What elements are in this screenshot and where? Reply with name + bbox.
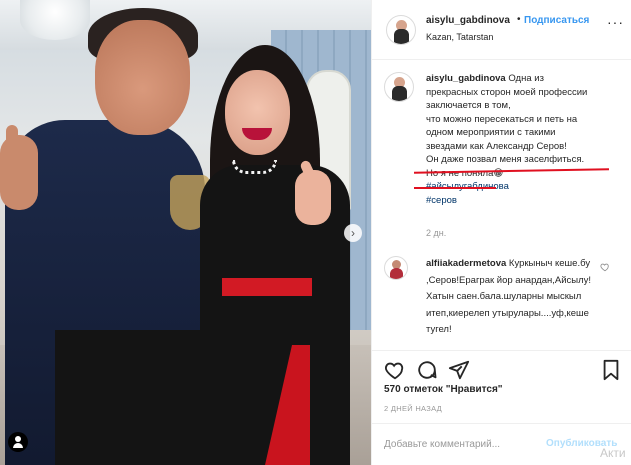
caption-username[interactable]: aisylu_gabdinova — [426, 73, 506, 84]
action-bar — [372, 350, 631, 381]
woman-face — [225, 70, 290, 155]
user-tag-icon[interactable] — [8, 432, 28, 452]
follow-button[interactable]: Подписаться — [524, 15, 589, 26]
comment-item: alfiiakadermetova Куркыныч кеше.бу ,Серо… — [426, 256, 596, 339]
caption-line: что можно пересекаться и петь на — [426, 113, 578, 125]
post-header: aisylu_gabdinova • Подписаться Kazan, Ta… — [372, 0, 631, 60]
caption-avatar[interactable] — [384, 72, 414, 102]
commenter-avatar[interactable] — [384, 256, 408, 280]
caption-line: Одна из — [508, 73, 544, 84]
caption-line: прекрасных сторон моей профессии — [426, 86, 588, 98]
next-photo-arrow-icon[interactable]: › — [344, 224, 362, 242]
post-photo[interactable]: › — [0, 0, 371, 465]
author-username[interactable]: aisylu_gabdinova — [426, 15, 510, 26]
more-horizontal-icon[interactable]: ··· — [607, 14, 624, 30]
necklace — [232, 160, 277, 174]
comment-icon[interactable] — [416, 359, 438, 381]
location-link[interactable]: Kazan, Tatarstan — [426, 32, 493, 42]
man-pants — [55, 330, 205, 465]
bookmark-icon[interactable] — [600, 359, 622, 381]
comment-input[interactable] — [384, 436, 539, 452]
caption-line: звездами как Александр Серов! — [426, 140, 567, 152]
commenter-username[interactable]: alfiiakadermetova — [426, 258, 506, 269]
separator-dot: • — [517, 14, 521, 25]
comment-text: Куркыныч кеше.бу ,Серов!Ераграк йор анар… — [426, 258, 592, 335]
caption-line: заключается в том, — [426, 100, 511, 111]
add-comment-section: Опубликовать — [372, 423, 631, 465]
hashtag-link[interactable]: #серов — [426, 194, 622, 208]
activation-watermark: Акти — [600, 446, 626, 460]
share-icon[interactable] — [448, 359, 470, 381]
ceiling-lamp — [20, 0, 90, 40]
man-face — [95, 20, 190, 135]
post-sidebar: aisylu_gabdinova • Подписаться Kazan, Ta… — [371, 0, 631, 465]
heart-icon[interactable] — [384, 359, 406, 381]
author-avatar[interactable] — [386, 15, 416, 45]
caption-timestamp[interactable]: 2 дн. — [426, 228, 446, 238]
post-date: 2 ДНЕЙ НАЗАД — [384, 404, 443, 413]
comment-like-heart-icon[interactable] — [600, 262, 610, 272]
red-annotation-underline — [414, 187, 496, 189]
woman-hand — [295, 170, 331, 225]
man-hand — [0, 135, 38, 210]
red-belt — [222, 278, 312, 296]
caption-line: одном мероприятии с такими — [426, 127, 556, 138]
caption-line: Он даже позвал меня заселфиться. — [426, 154, 585, 165]
likes-count[interactable]: 570 отметок "Нравится" — [384, 384, 503, 395]
